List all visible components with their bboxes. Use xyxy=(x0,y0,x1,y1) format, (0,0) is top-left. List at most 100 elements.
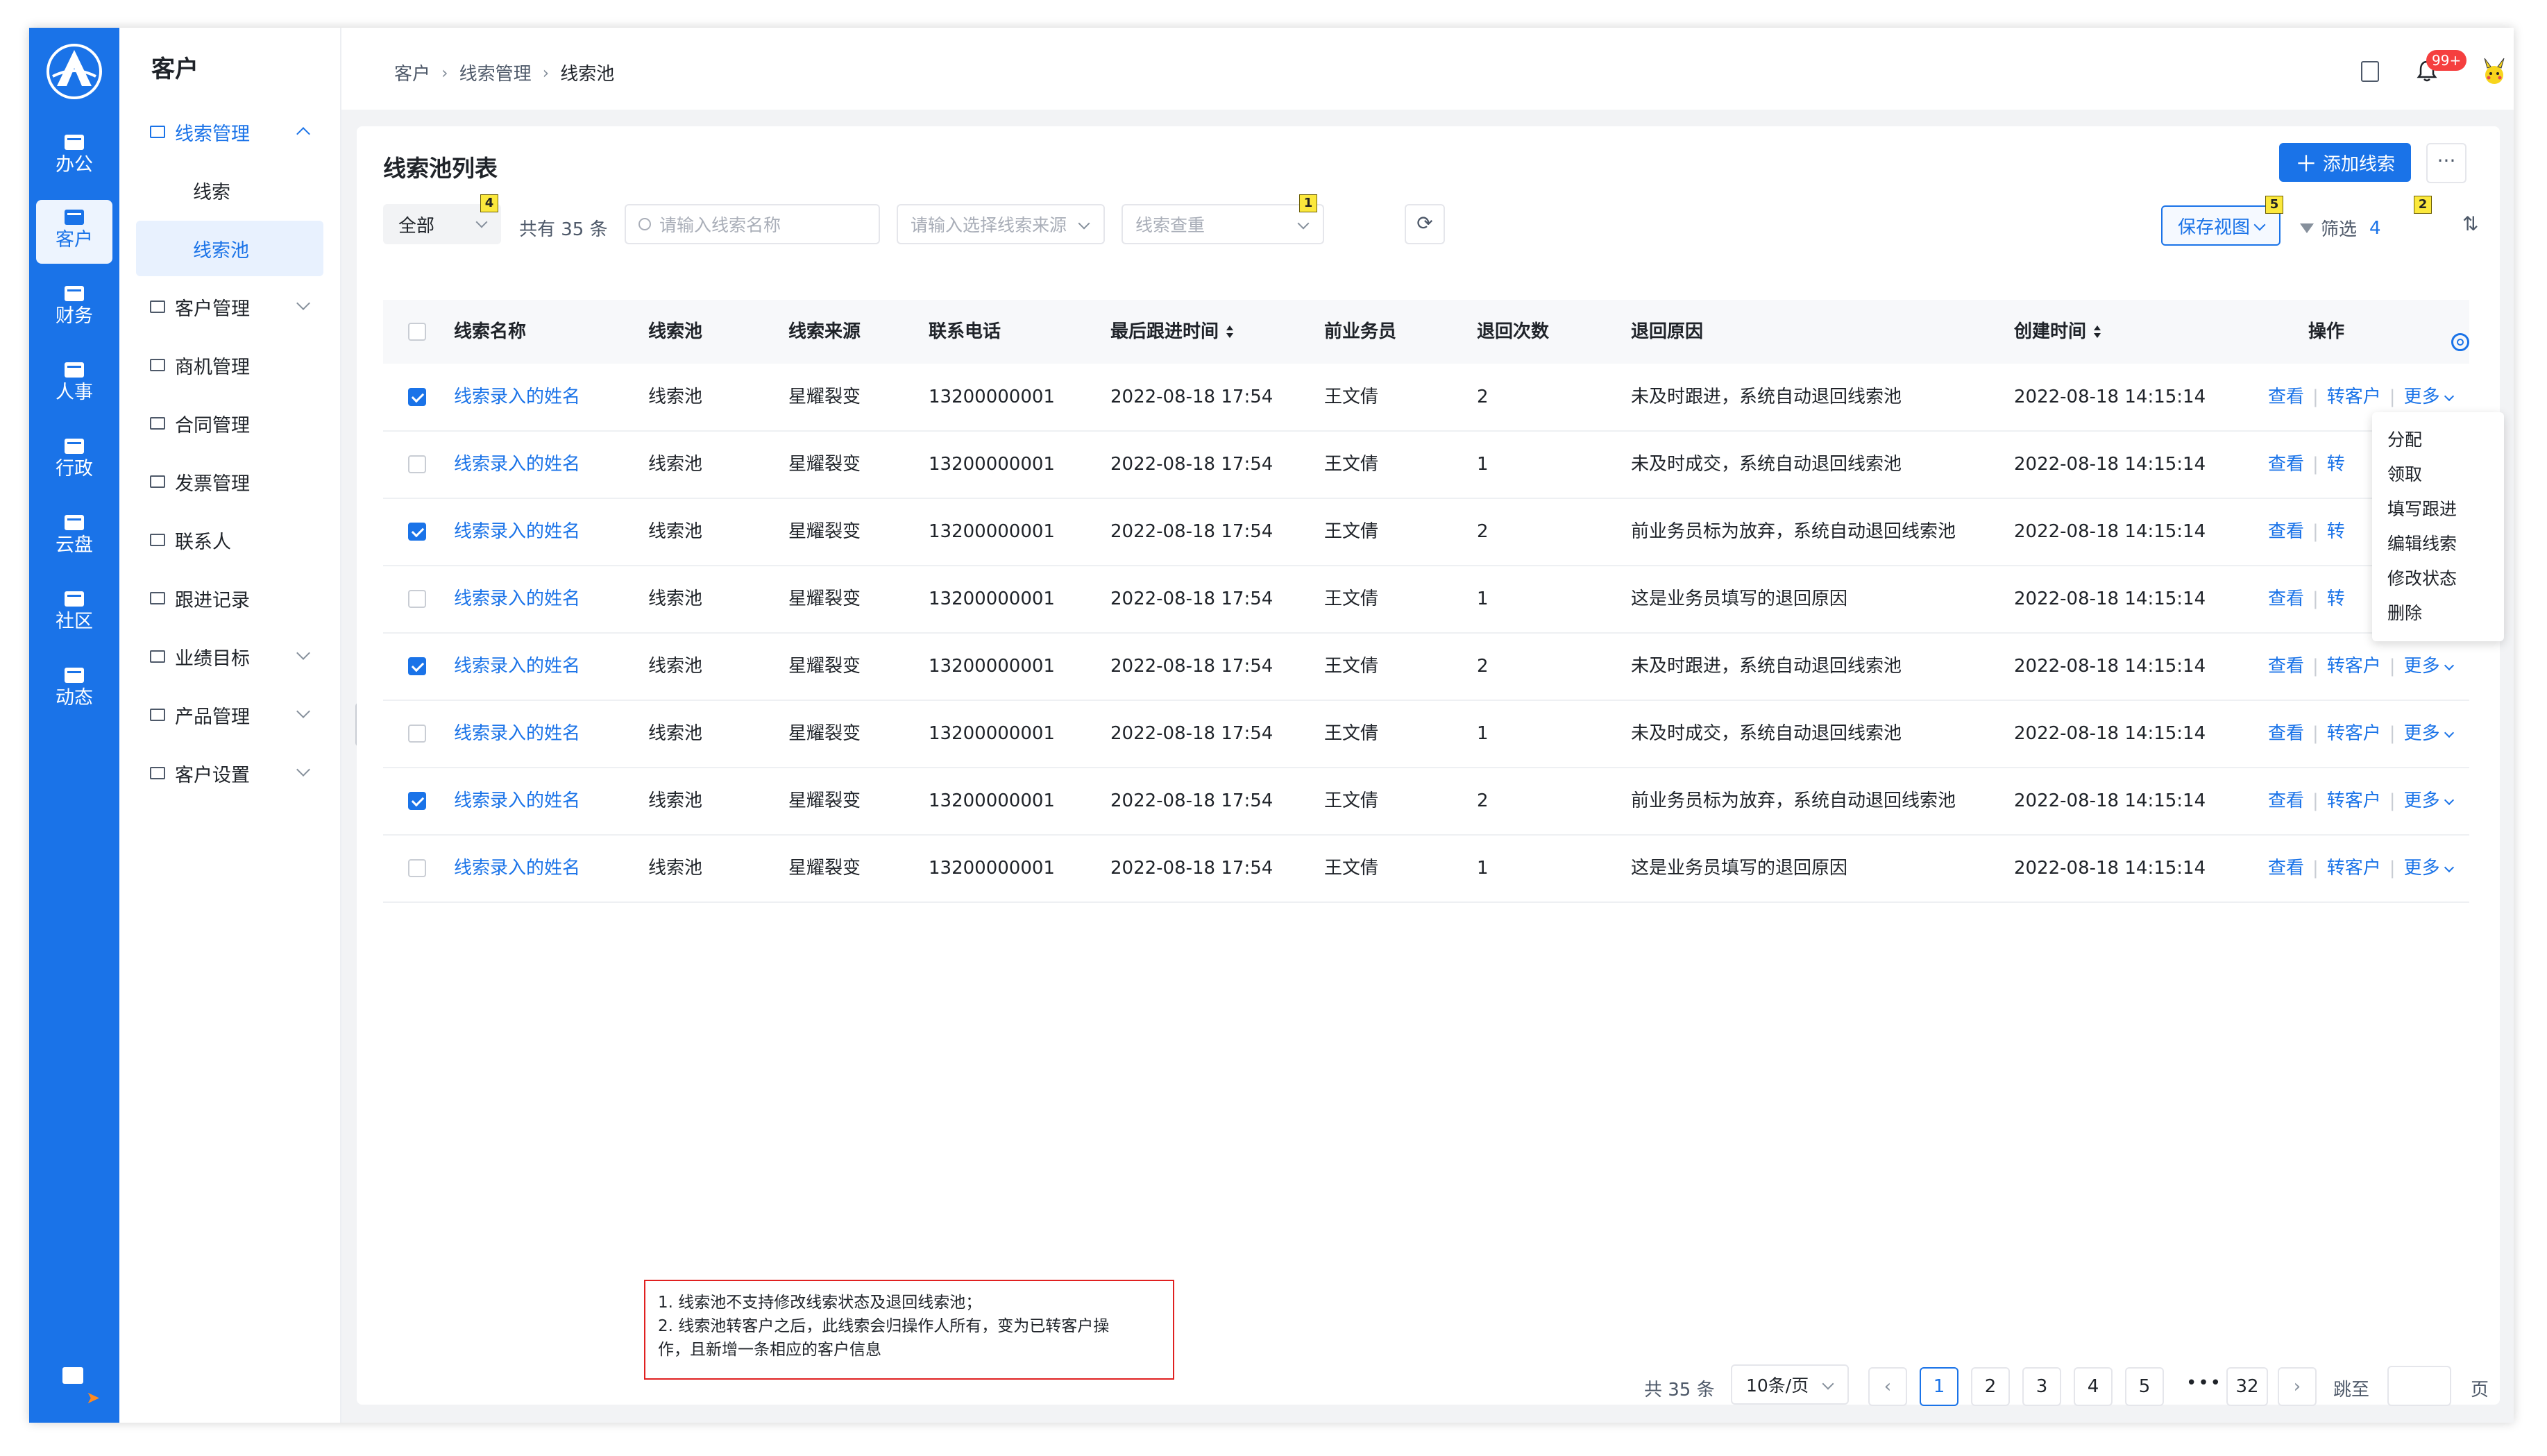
more-actions-link[interactable]: 更多 xyxy=(2404,858,2454,879)
page-button-3[interactable]: 3 xyxy=(2022,1367,2061,1406)
save-view-button[interactable]: 保存视图 xyxy=(2161,205,2281,246)
row-checkbox[interactable] xyxy=(408,590,426,608)
cell-name[interactable]: 线索录入的姓名 xyxy=(454,633,580,700)
cell-name[interactable]: 线索录入的姓名 xyxy=(454,700,580,767)
cell-phone: 13200000001 xyxy=(929,521,1055,542)
menu-item-4[interactable]: 修改状态 xyxy=(2387,565,2457,590)
pagination-ellipsis[interactable]: ••• xyxy=(2186,1373,2222,1394)
sidebar-subitem-2[interactable]: 线索池 xyxy=(136,221,323,276)
breadcrumb-item-lead-management[interactable]: 线索管理 xyxy=(459,60,532,85)
convert-customer-link[interactable]: 转客户 xyxy=(2327,656,2381,677)
view-link[interactable]: 查看 xyxy=(2268,454,2304,475)
next-page-button[interactable]: › xyxy=(2278,1367,2317,1406)
cell-name[interactable]: 线索录入的姓名 xyxy=(454,566,580,632)
cell-source: 星耀裂变 xyxy=(788,858,861,879)
last-page-button[interactable]: 32 xyxy=(2226,1367,2268,1406)
more-actions-link[interactable]: 更多 xyxy=(2404,790,2454,811)
sidebar-item-8[interactable]: 跟进记录 xyxy=(136,570,323,626)
rail-item-7[interactable]: 动态 xyxy=(36,658,112,722)
rail-item-2[interactable]: 财务 xyxy=(36,276,112,340)
row-checkbox[interactable] xyxy=(408,388,426,406)
sidebar-item-11[interactable]: 客户设置 xyxy=(136,745,323,801)
view-link[interactable]: 查看 xyxy=(2268,790,2304,811)
convert-customer-link[interactable]: 转 xyxy=(2327,521,2345,542)
sidebar-item-3[interactable]: 客户管理 xyxy=(136,279,323,335)
notebook-icon[interactable] xyxy=(2361,61,2379,82)
cell-name[interactable]: 线索录入的姓名 xyxy=(454,835,580,901)
sidebar-item-5[interactable]: 合同管理 xyxy=(136,396,323,451)
row-checkbox[interactable] xyxy=(408,859,426,877)
rail-item-5[interactable]: 云盘 xyxy=(36,505,112,569)
row-checkbox[interactable] xyxy=(408,792,426,810)
sidebar-item-7[interactable]: 联系人 xyxy=(136,512,323,568)
row-checkbox[interactable] xyxy=(408,657,426,675)
cell-returns: 2 xyxy=(1477,790,1489,811)
row-checkbox[interactable] xyxy=(408,725,426,743)
rail-item-0[interactable]: 办公 xyxy=(36,125,112,189)
view-link[interactable]: 查看 xyxy=(2268,723,2304,744)
lead-source-select[interactable]: 请输入选择线索来源 xyxy=(897,204,1105,244)
convert-customer-link[interactable]: 转客户 xyxy=(2327,790,2381,811)
rail-item-1[interactable]: 客户 xyxy=(36,200,112,264)
cell-name[interactable]: 线索录入的姓名 xyxy=(454,431,580,498)
cell-last: 2022-08-18 17:54 xyxy=(1110,858,1274,879)
add-lead-button[interactable]: ＋ 添加线索 xyxy=(2279,143,2411,182)
column-header-created[interactable]: 创建时间 xyxy=(2014,300,2101,364)
menu-item-2[interactable]: 填写跟进 xyxy=(2387,496,2457,520)
cell-name[interactable]: 线索录入的姓名 xyxy=(454,364,580,430)
column-header-last-follow[interactable]: 最后跟进时间 xyxy=(1110,300,1234,364)
table-row: 线索录入的姓名 线索池 星耀裂变 13200000001 2022-08-18 17:5… xyxy=(383,768,2469,836)
top-header: 客户 › 线索管理 › 线索池 99+ xyxy=(341,28,2514,110)
cell-name[interactable]: 线索录入的姓名 xyxy=(454,768,580,834)
sidebar-item-9[interactable]: 业绩目标 xyxy=(136,629,323,684)
sidebar-item-6[interactable]: 发票管理 xyxy=(136,454,323,509)
view-link[interactable]: 查看 xyxy=(2268,589,2304,609)
menu-item-3[interactable]: 编辑线索 xyxy=(2387,530,2457,555)
view-link[interactable]: 查看 xyxy=(2268,387,2304,407)
view-link[interactable]: 查看 xyxy=(2268,656,2304,677)
more-actions-link[interactable]: 更多 xyxy=(2404,656,2454,677)
view-link[interactable]: 查看 xyxy=(2268,521,2304,542)
rail-item-6[interactable]: 社区 xyxy=(36,582,112,645)
filter-button[interactable]: 筛选 4 xyxy=(2300,215,2381,241)
row-checkbox[interactable] xyxy=(408,455,426,473)
page-button-5[interactable]: 5 xyxy=(2125,1367,2164,1406)
page-button-4[interactable]: 4 xyxy=(2074,1367,2113,1406)
breadcrumb-item-customer[interactable]: 客户 xyxy=(394,60,430,85)
view-link[interactable]: 查看 xyxy=(2268,858,2304,879)
convert-customer-link[interactable]: 转 xyxy=(2327,589,2345,609)
row-checkbox[interactable] xyxy=(408,523,426,541)
jump-page-input[interactable] xyxy=(2387,1366,2451,1406)
refresh-button[interactable]: ⟳ xyxy=(1405,204,1445,244)
avatar[interactable] xyxy=(2479,57,2510,87)
cell-name[interactable]: 线索录入的姓名 xyxy=(454,498,580,565)
menu-item-5[interactable]: 删除 xyxy=(2387,600,2422,625)
rail-item-4[interactable]: 行政 xyxy=(36,429,112,493)
select-all-checkbox[interactable] xyxy=(408,323,426,341)
marker-badge: 1 xyxy=(1299,194,1317,212)
prev-page-button[interactable]: ‹ xyxy=(1868,1367,1907,1406)
sidebar-subitem-1[interactable]: 线索 xyxy=(136,162,323,218)
settings-icon[interactable] xyxy=(2451,333,2469,351)
sidebar-item-10[interactable]: 产品管理 xyxy=(136,687,323,743)
page-button-1[interactable]: 1 xyxy=(1920,1367,1958,1406)
convert-customer-link[interactable]: 转客户 xyxy=(2327,723,2381,744)
more-options-button[interactable]: ··· xyxy=(2426,143,2466,183)
cell-last: 2022-08-18 17:54 xyxy=(1110,723,1274,744)
lead-name-search-input[interactable]: 请输入线索名称 xyxy=(625,204,880,244)
rail-item-3[interactable]: 人事 xyxy=(36,353,112,416)
sort-icon[interactable]: ⇅ xyxy=(2462,212,2478,235)
more-actions-link[interactable]: 更多 xyxy=(2404,723,2454,744)
convert-customer-link[interactable]: 转 xyxy=(2327,454,2345,475)
convert-customer-link[interactable]: 转客户 xyxy=(2327,858,2381,879)
sidebar-item-0[interactable]: 线索管理 xyxy=(136,104,323,160)
page-size-select[interactable]: 10条/页 xyxy=(1731,1364,1849,1405)
page-button-2[interactable]: 2 xyxy=(1971,1367,2010,1406)
lead-dedupe-select[interactable]: 线索查重 xyxy=(1122,204,1324,244)
folder-icon xyxy=(150,534,165,546)
convert-customer-link[interactable]: 转客户 xyxy=(2327,387,2381,407)
rail-settings-icon[interactable] xyxy=(62,1367,83,1384)
more-actions-link[interactable]: 更多 xyxy=(2404,387,2454,407)
menu-item-1[interactable]: 领取 xyxy=(2387,461,2422,486)
sidebar-item-4[interactable]: 商机管理 xyxy=(136,337,323,393)
